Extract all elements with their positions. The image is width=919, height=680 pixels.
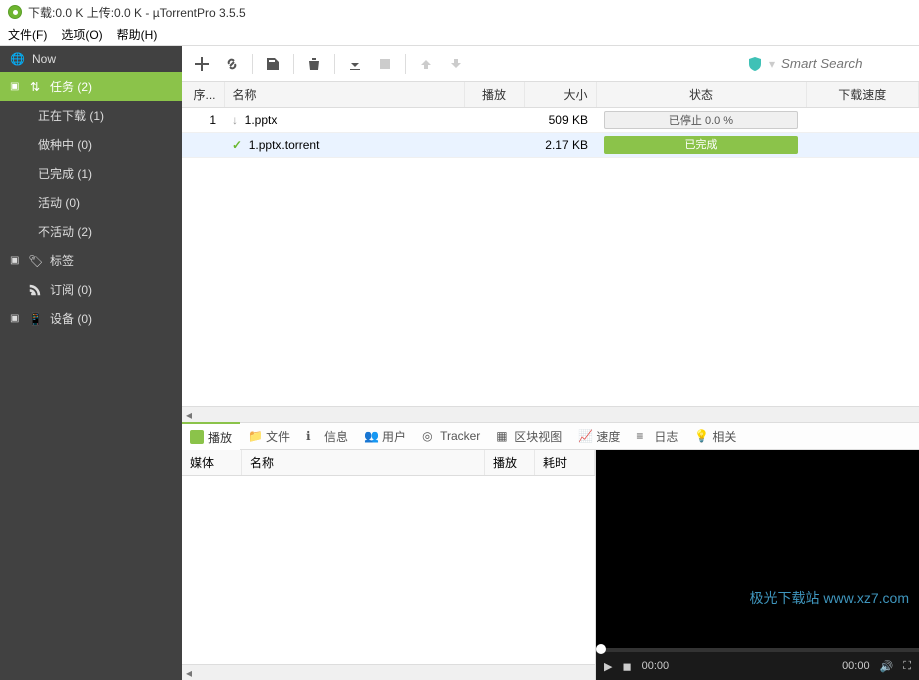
sidebar-item-downloading[interactable]: 正在下载 (1) — [0, 101, 182, 130]
folder-icon: 📁 — [248, 429, 262, 443]
move-up-button[interactable] — [412, 50, 440, 78]
col-play[interactable]: 播放 — [464, 82, 524, 108]
sidebar-item-labels[interactable]: ▣ 🏷 标签 — [0, 246, 182, 275]
menu-help[interactable]: 帮助(H) — [117, 26, 158, 43]
stop-button[interactable] — [371, 50, 399, 78]
fullscreen-button[interactable]: ⛶ — [903, 660, 911, 673]
col-name[interactable]: 名称 — [224, 82, 464, 108]
media-panel: 媒体 名称 播放 耗时 ◂ — [182, 450, 596, 680]
tab-related[interactable]: 💡相关 — [686, 423, 744, 450]
tab-speed[interactable]: 📈速度 — [570, 423, 628, 450]
start-button[interactable] — [341, 50, 369, 78]
sidebar-item-inactive[interactable]: 不活动 (2) — [0, 217, 182, 246]
shield-icon — [747, 56, 763, 72]
move-down-button[interactable] — [442, 50, 470, 78]
expand-icon: ▣ — [10, 313, 20, 324]
mcol-play[interactable]: 播放 — [485, 450, 535, 475]
sidebar-item-seeding[interactable]: 做种中 (0) — [0, 130, 182, 159]
target-icon: ◎ — [422, 429, 436, 443]
col-num[interactable]: 序... — [182, 82, 224, 108]
stop-media-button[interactable]: ◼ — [622, 660, 631, 673]
sidebar-item-tasks[interactable]: ▣ ⇅ 任务 (2) — [0, 72, 182, 101]
table-row[interactable]: ✓ 1.pptx.torrent 2.17 KB 已完成 — [182, 133, 919, 158]
updown-icon: ⇅ — [28, 80, 42, 94]
globe-icon: 🌐 — [10, 52, 24, 66]
sidebar-item-active[interactable]: 活动 (0) — [0, 188, 182, 217]
watermark: 极光下载站 www.xz7.com — [750, 588, 909, 608]
tab-log[interactable]: ≡日志 — [628, 423, 686, 450]
rss-icon — [28, 283, 42, 297]
status-stopped: 已停止 0.0 % — [604, 111, 798, 129]
expand-icon: ▣ — [10, 81, 20, 92]
time-current: 00:00 — [642, 660, 670, 672]
seek-thumb[interactable] — [596, 644, 606, 654]
detail-tabs: 播放 📁文件 ℹ信息 👥用户 ◎Tracker ▦区块视图 📈速度 ≡日志 💡相… — [182, 422, 919, 450]
mcol-name[interactable]: 名称 — [242, 450, 485, 475]
add-torrent-button[interactable] — [188, 50, 216, 78]
torrent-grid: 序... 名称 播放 大小 状态 下载速度 1 ↓ 1.pptx 509 KB — [182, 82, 919, 406]
col-size[interactable]: 大小 — [524, 82, 596, 108]
tab-files[interactable]: 📁文件 — [240, 423, 298, 450]
info-icon: ℹ — [306, 429, 320, 443]
menu-bar: 文件(F) 选项(O) 帮助(H) — [0, 24, 919, 46]
table-row[interactable]: 1 ↓ 1.pptx 509 KB 已停止 0.0 % — [182, 108, 919, 133]
mcol-media[interactable]: 媒体 — [182, 450, 242, 475]
users-icon: 👥 — [364, 429, 378, 443]
chart-icon: 📈 — [578, 429, 592, 443]
col-status[interactable]: 状态 — [596, 82, 806, 108]
play-icon — [190, 430, 204, 444]
bulb-icon: 💡 — [694, 429, 708, 443]
expand-icon: ▣ — [10, 255, 20, 266]
app-logo-icon — [8, 5, 22, 19]
toolbar: ▾ — [182, 46, 919, 82]
tab-info[interactable]: ℹ信息 — [298, 423, 356, 450]
remove-button[interactable] — [300, 50, 328, 78]
volume-button[interactable]: 🔊 — [880, 660, 894, 673]
tag-icon: 🏷 — [28, 254, 42, 268]
sidebar-item-now[interactable]: 🌐 Now — [0, 46, 182, 72]
search-input[interactable] — [781, 56, 901, 71]
tab-pieces[interactable]: ▦区块视图 — [488, 423, 570, 450]
sidebar: 🌐 Now ▣ ⇅ 任务 (2) 正在下载 (1) 做种中 (0) 已完成 (1… — [0, 46, 182, 680]
mcol-duration[interactable]: 耗时 — [535, 450, 595, 475]
grid-header: 序... 名称 播放 大小 状态 下载速度 — [182, 82, 919, 108]
sidebar-item-feeds[interactable]: 订阅 (0) — [0, 275, 182, 304]
create-torrent-button[interactable] — [259, 50, 287, 78]
check-icon: ✓ — [232, 138, 242, 152]
hscrollbar-top[interactable]: ◂ — [182, 406, 919, 422]
status-done: 已完成 — [604, 136, 798, 154]
time-total: 00:00 — [842, 660, 870, 672]
device-icon: 📱 — [28, 312, 42, 326]
tab-play[interactable]: 播放 — [182, 422, 240, 451]
menu-file[interactable]: 文件(F) — [8, 26, 47, 43]
sidebar-item-devices[interactable]: ▣ 📱 设备 (0) — [0, 304, 182, 333]
tab-peers[interactable]: 👥用户 — [356, 423, 414, 450]
hscrollbar-bottom[interactable]: ◂ — [182, 664, 595, 680]
sidebar-item-completed[interactable]: 已完成 (1) — [0, 159, 182, 188]
search-box[interactable]: ▾ — [747, 56, 913, 72]
add-url-button[interactable] — [218, 50, 246, 78]
list-icon: ≡ — [636, 429, 650, 443]
grid-icon: ▦ — [496, 429, 510, 443]
menu-options[interactable]: 选项(O) — [61, 26, 102, 43]
play-button[interactable]: ▶ — [604, 660, 612, 673]
download-icon: ↓ — [232, 113, 238, 127]
window-title: 下载:0.0 K 上传:0.0 K - µTorrentPro 3.5.5 — [28, 4, 246, 21]
tab-tracker[interactable]: ◎Tracker — [414, 424, 488, 448]
video-player: 极光下载站 www.xz7.com ▶ ◼ 00:00 00:00 🔊 ⛶ — [596, 450, 919, 680]
seek-bar[interactable] — [596, 648, 919, 652]
col-dlspeed[interactable]: 下载速度 — [806, 82, 919, 108]
media-list-empty — [182, 476, 595, 664]
